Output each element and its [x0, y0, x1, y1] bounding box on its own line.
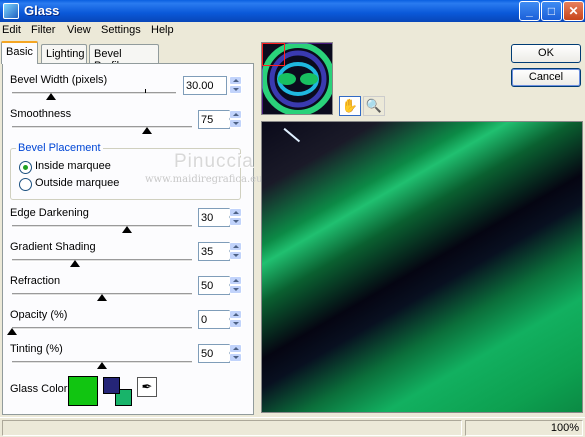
outside-marquee-radio[interactable] [19, 178, 32, 191]
window-title: Glass [24, 3, 60, 18]
ok-button[interactable]: OK [511, 44, 581, 63]
zoom-magnifier-icon[interactable]: 🔍 [363, 96, 385, 116]
spin-down-icon[interactable] [229, 217, 242, 226]
refraction-input[interactable]: 50 [198, 276, 230, 295]
inside-marquee-radio[interactable] [19, 161, 32, 174]
bevel-width-tick [145, 89, 146, 93]
tinting-input[interactable]: 50 [198, 344, 230, 363]
spin-up-icon[interactable] [229, 110, 242, 119]
bevel-width-spinner[interactable] [229, 76, 242, 95]
outside-marquee-label[interactable]: Outside marquee [35, 177, 119, 189]
menu-settings[interactable]: Settings [101, 24, 141, 36]
glass-highlight [271, 127, 301, 157]
bevel-width-thumb[interactable] [46, 93, 57, 100]
spin-down-icon[interactable] [229, 251, 242, 260]
bevel-placement-legend: Bevel Placement [16, 142, 103, 154]
tab-basic[interactable]: Basic [1, 41, 38, 64]
spin-up-icon[interactable] [229, 310, 242, 319]
menu-view[interactable]: View [67, 24, 91, 36]
refraction-thumb[interactable] [97, 294, 107, 301]
menu-bar: Edit Filter View Settings Help [0, 22, 585, 40]
menu-filter[interactable]: Filter [31, 24, 55, 36]
bevel-width-input[interactable]: 30.00 [183, 76, 227, 95]
watermark-url: www.maidiregrafica.eu [145, 174, 263, 185]
gradient-shading-label: Gradient Shading [10, 241, 96, 253]
title-bar: Glass _ □ ✕ [0, 0, 585, 22]
edge-darkening-input[interactable]: 30 [198, 208, 230, 227]
refraction-label: Refraction [10, 275, 61, 287]
smoothness-input[interactable]: 75 [198, 110, 230, 129]
tab-bevel-profile[interactable]: Bevel Profile [89, 44, 159, 72]
edge-darkening-label: Edge Darkening [10, 207, 89, 219]
spin-down-icon[interactable] [229, 119, 242, 128]
edge-darkening-spinner[interactable] [229, 208, 242, 227]
spin-up-icon[interactable] [229, 242, 242, 251]
maximize-button[interactable]: □ [541, 1, 562, 21]
gradient-shading-input[interactable]: 35 [198, 242, 230, 261]
smoothness-spinner[interactable] [229, 110, 242, 129]
tab-lighting[interactable]: Lighting [41, 44, 87, 64]
opacity-spinner[interactable] [229, 310, 242, 329]
gradient-shading-spinner[interactable] [229, 242, 242, 261]
watermark-name: Pinuccia [174, 151, 254, 172]
cancel-button[interactable]: Cancel [511, 68, 581, 87]
preview-pane[interactable] [261, 121, 583, 413]
tinting-thumb[interactable] [97, 362, 107, 369]
foreground-color-swatch[interactable] [103, 377, 120, 394]
menu-help[interactable]: Help [151, 24, 174, 36]
refraction-spinner[interactable] [229, 276, 242, 295]
opacity-label: Opacity (%) [10, 309, 68, 321]
eyedropper-icon[interactable]: ✒ [137, 377, 157, 397]
edge-darkening-thumb[interactable] [122, 226, 133, 233]
tinting-spinner[interactable] [229, 344, 242, 363]
app-icon [3, 3, 19, 19]
gradient-shading-thumb[interactable] [70, 260, 80, 267]
smoothness-label: Smoothness [10, 108, 72, 120]
status-message-cell [2, 420, 462, 436]
spin-down-icon[interactable] [229, 353, 242, 362]
navigator-viewport-box[interactable] [262, 43, 285, 66]
edge-darkening-slider[interactable] [12, 225, 192, 228]
minimize-button[interactable]: _ [519, 1, 540, 21]
bevel-width-label: Bevel Width (pixels) [10, 74, 108, 86]
inside-marquee-label[interactable]: Inside marquee [35, 160, 111, 172]
smoothness-thumb[interactable] [142, 127, 152, 134]
glass-color-label: Glass Color [10, 383, 68, 395]
zoom-level: 100% [465, 420, 583, 436]
bevel-width-slider[interactable] [12, 92, 176, 95]
spin-up-icon[interactable] [229, 208, 242, 217]
smoothness-slider[interactable] [12, 126, 192, 129]
spin-up-icon[interactable] [229, 276, 242, 285]
menu-edit[interactable]: Edit [2, 24, 21, 36]
opacity-input[interactable]: 0 [198, 310, 230, 329]
close-button[interactable]: ✕ [563, 1, 584, 21]
spin-up-icon[interactable] [229, 76, 242, 85]
pan-hand-icon[interactable]: ✋ [339, 96, 361, 116]
spin-down-icon[interactable] [229, 319, 242, 328]
opacity-slider[interactable] [12, 327, 192, 330]
glass-color-swatch[interactable] [68, 376, 98, 406]
spin-down-icon[interactable] [229, 85, 242, 94]
opacity-thumb[interactable] [7, 328, 17, 335]
spin-up-icon[interactable] [229, 344, 242, 353]
spin-down-icon[interactable] [229, 285, 242, 294]
tinting-label: Tinting (%) [10, 343, 63, 355]
status-bar: 100% [0, 417, 585, 437]
gradient-shading-slider[interactable] [12, 259, 192, 262]
